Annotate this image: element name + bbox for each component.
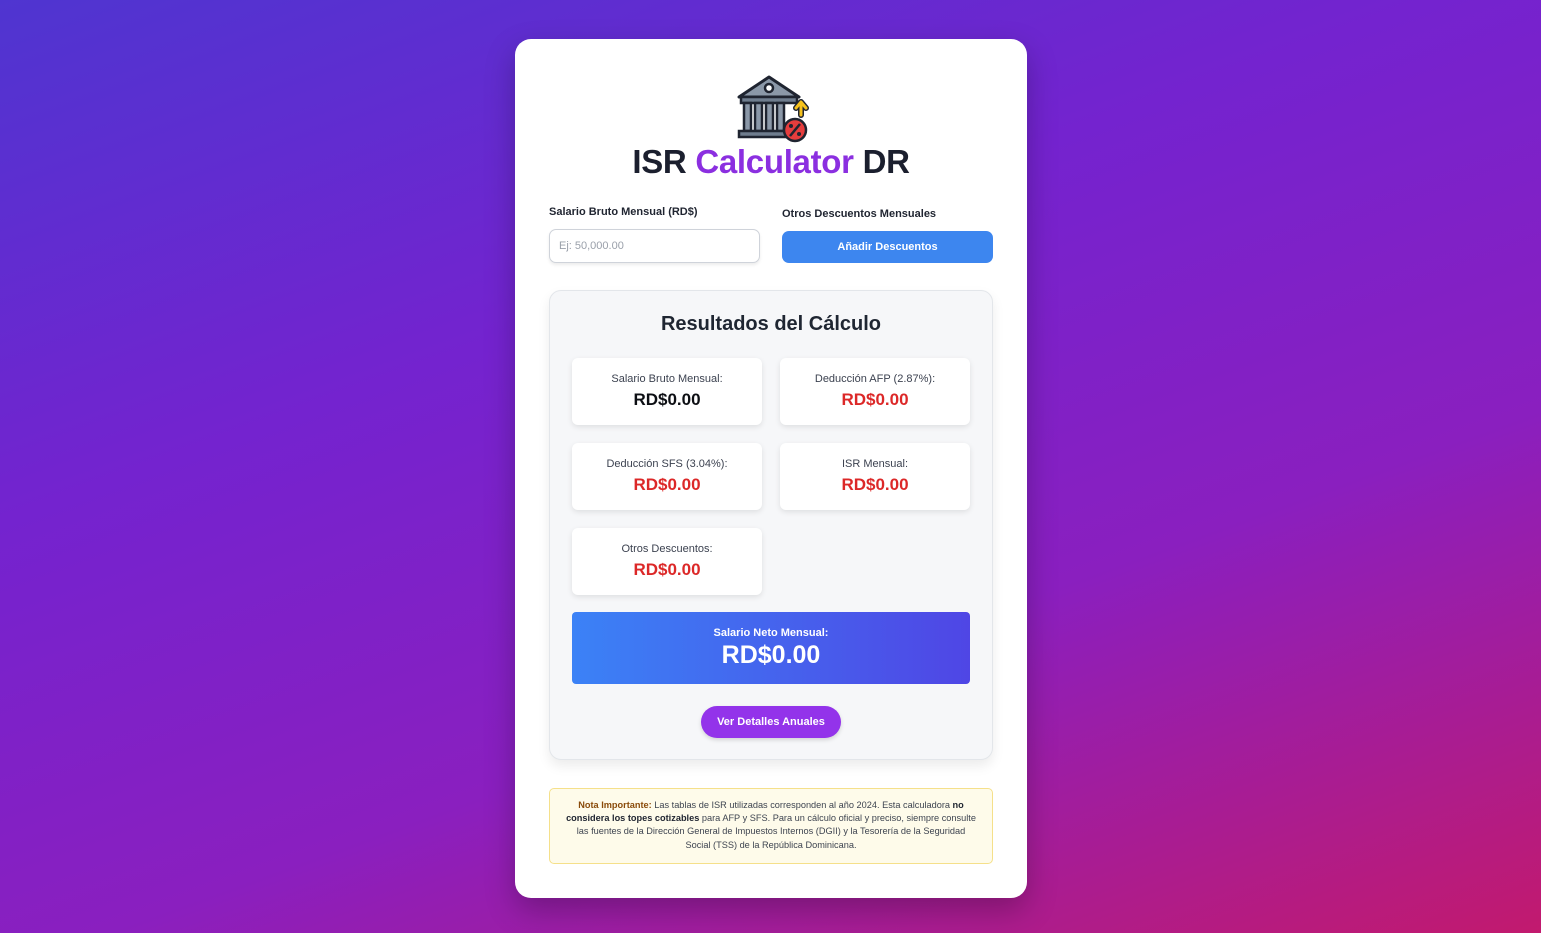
title-isr: ISR <box>632 143 687 180</box>
result-label: Deducción AFP (2.87%): <box>814 373 936 385</box>
result-value: RD$0.00 <box>633 390 701 409</box>
result-label: Otros Descuentos: <box>621 543 713 555</box>
salary-input[interactable] <box>549 229 760 263</box>
result-label: Deducción SFS (3.04%): <box>606 458 728 470</box>
title-dr: DR <box>862 143 910 180</box>
net-salary-box: Salario Neto Mensual: RD$0.00 <box>572 612 970 684</box>
results-title: Resultados del Cálculo <box>660 313 882 335</box>
result-afp-deduction: Deducción AFP (2.87%): RD$0.00 <box>780 358 970 425</box>
salary-label: Salario Bruto Mensual (RD$) <box>549 206 698 218</box>
bank-percent-icon <box>737 75 809 143</box>
add-discounts-button[interactable]: Añadir Descuentos <box>782 231 993 263</box>
result-value: RD$0.00 <box>841 475 909 494</box>
other-discounts-label: Otros Descuentos Mensuales <box>782 208 937 220</box>
result-value: RD$0.00 <box>633 475 701 494</box>
result-value: RD$0.00 <box>841 390 909 409</box>
result-isr-monthly: ISR Mensual: RD$0.00 <box>780 443 970 510</box>
results-panel: Resultados del Cálculo Salario Bruto Men… <box>549 290 993 760</box>
net-salary-label: Salario Neto Mensual: <box>713 627 829 639</box>
annual-details-button[interactable]: Ver Detalles Anuales <box>701 706 841 738</box>
result-other-discounts: Otros Descuentos: RD$0.00 <box>572 528 762 595</box>
note-text-1: Las tablas de ISR utilizadas corresponde… <box>651 800 953 810</box>
app-title: ISR Calculator DR <box>515 143 1027 181</box>
note-prefix: Nota Importante: <box>578 800 652 810</box>
result-label: Salario Bruto Mensual: <box>611 373 723 385</box>
result-label: ISR Mensual: <box>841 458 909 470</box>
result-value: RD$0.00 <box>633 560 701 579</box>
result-gross-salary: Salario Bruto Mensual: RD$0.00 <box>572 358 762 425</box>
important-note: Nota Importante: Las tablas de ISR utili… <box>549 788 993 864</box>
net-salary-value: RD$0.00 <box>721 641 821 669</box>
title-calculator: Calculator <box>695 143 854 180</box>
calculator-card: ISR Calculator DR Salario Bruto Mensual … <box>515 39 1027 898</box>
result-sfs-deduction: Deducción SFS (3.04%): RD$0.00 <box>572 443 762 510</box>
